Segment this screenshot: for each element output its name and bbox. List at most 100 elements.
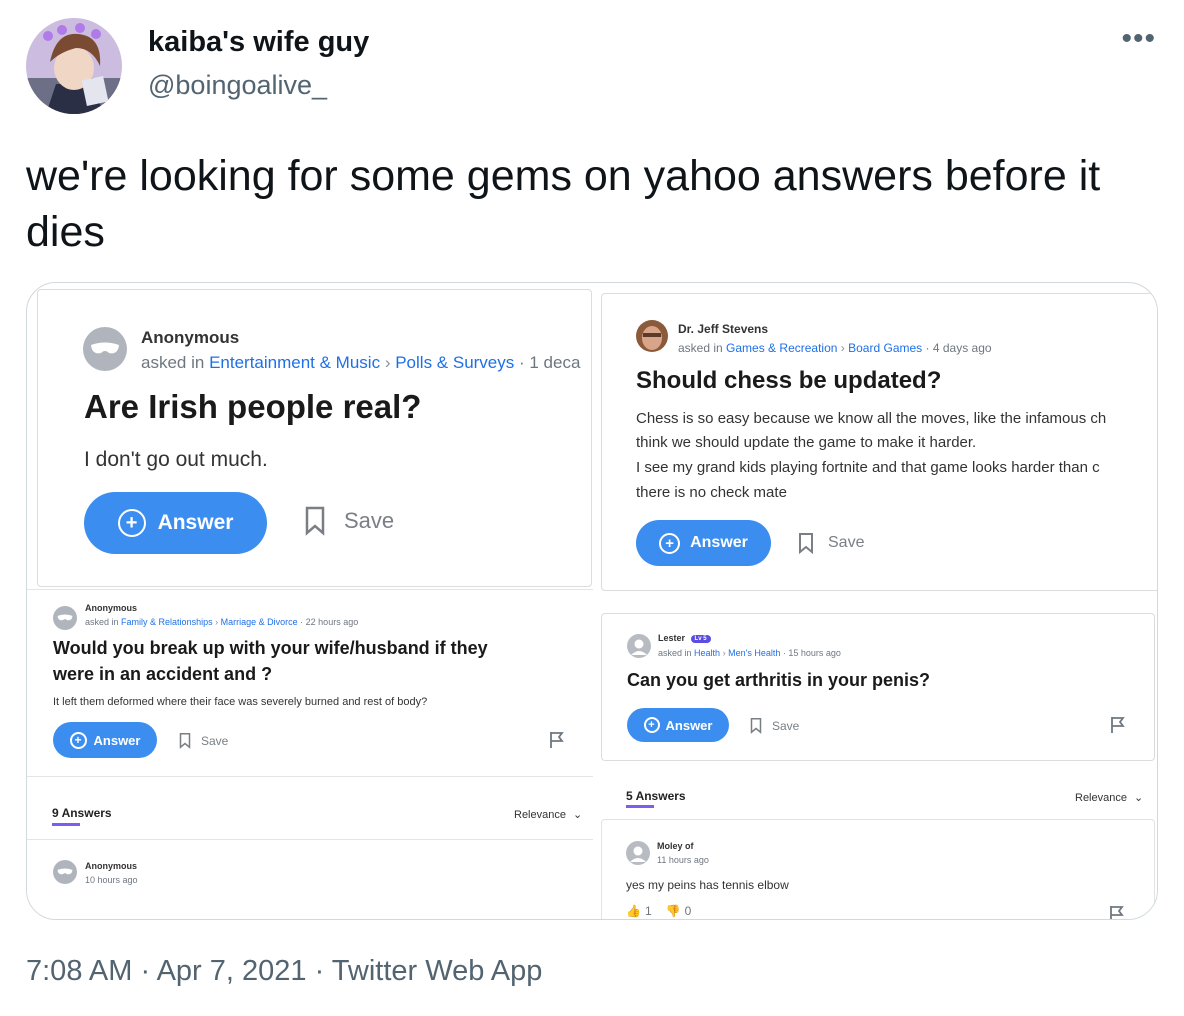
vote-row: 👍 1 👎 0: [626, 904, 691, 918]
tweet-media-image[interactable]: Anonymous asked in Entertainment & Music…: [26, 282, 1158, 920]
question-card-chess: Dr. Jeff Stevens asked in Games & Recrea…: [601, 293, 1157, 591]
reply-time: 11 hours ago: [657, 855, 709, 865]
category-link[interactable]: Health: [694, 648, 720, 658]
tab-underline: [626, 805, 654, 808]
category-link[interactable]: Entertainment & Music: [209, 353, 380, 372]
thumbs-down-icon[interactable]: 👎: [666, 904, 681, 918]
author-name[interactable]: Anonymous: [141, 328, 239, 348]
tweet-header: kaiba's wife guy @boingoalive_ •••: [26, 18, 1166, 114]
category-link[interactable]: Family & Relationships: [121, 617, 213, 627]
user-avatar-icon: [626, 841, 650, 865]
author-name[interactable]: Dr. Jeff Stevens: [678, 322, 768, 336]
author-name[interactable]: Lester Lv 5: [658, 633, 711, 643]
bookmark-icon: [799, 533, 813, 554]
divider: [27, 776, 593, 777]
save-button[interactable]: Save: [304, 506, 394, 536]
tab-underline: [52, 823, 80, 826]
bookmark-icon: [750, 718, 762, 734]
author-name[interactable]: Anonymous: [85, 603, 137, 613]
plus-icon: +: [643, 717, 660, 733]
bookmark-icon: [305, 506, 325, 536]
thumbs-up-icon[interactable]: 👍: [626, 904, 641, 918]
answers-count: 9 Answers: [52, 806, 112, 820]
anonymous-avatar-icon: [53, 860, 77, 884]
answer-button[interactable]: + Answer: [84, 492, 267, 554]
anonymous-avatar-icon: [83, 327, 127, 371]
save-button[interactable]: Save: [750, 717, 799, 734]
question-title[interactable]: Should chess be updated?: [636, 367, 941, 395]
question-body-line: there is no check mate: [636, 484, 787, 501]
question-body-line: Chess is so easy because we know all the…: [636, 410, 1107, 427]
asked-in-label: asked in: [658, 648, 692, 658]
answers-section-arthritis: 5 Answers Relevance ⌄ Moley of 11 hours …: [601, 761, 1157, 919]
asked-in-meta: asked in Health › Men's Health · 15 hour…: [658, 648, 841, 658]
save-button[interactable]: Save: [179, 732, 228, 749]
question-title-line[interactable]: Would you break up with your wife/husban…: [53, 638, 488, 659]
reply-time: 10 hours ago: [85, 875, 138, 885]
level-badge: Lv 5: [690, 634, 711, 643]
divider: [27, 839, 593, 840]
flag-icon[interactable]: [549, 731, 565, 754]
chevron-right-icon: ›: [215, 617, 219, 627]
subcategory-link[interactable]: Polls & Surveys: [395, 353, 514, 372]
chevron-right-icon: ›: [384, 353, 391, 372]
more-options-icon[interactable]: •••: [1121, 24, 1156, 54]
anonymous-avatar-icon: [53, 606, 77, 630]
subcategory-link[interactable]: Men's Health: [728, 648, 780, 658]
chevron-right-icon: ›: [840, 341, 845, 355]
answer-label: Answer: [93, 732, 141, 748]
save-label: Save: [201, 733, 229, 748]
asked-in-label: asked in: [141, 353, 205, 372]
answer-label: Answer: [690, 534, 748, 551]
sort-dropdown[interactable]: Relevance ⌄: [514, 808, 582, 821]
user-handle[interactable]: @boingoalive_: [148, 70, 327, 101]
chevron-right-icon: ›: [722, 648, 726, 658]
tweet-timestamp[interactable]: 7:08 AM · Apr 7, 2021 · Twitter Web App: [26, 955, 542, 988]
answer-button[interactable]: + Answer: [636, 520, 771, 566]
answer-button[interactable]: + Answer: [627, 708, 729, 742]
question-title[interactable]: Are Irish people real?: [84, 388, 421, 426]
save-button[interactable]: Save: [798, 532, 864, 554]
save-label: Save: [344, 508, 395, 533]
plus-icon: +: [69, 731, 87, 749]
reply-author[interactable]: Moley of: [657, 841, 694, 851]
plus-icon: +: [659, 532, 681, 554]
subcategory-link[interactable]: Board Games: [848, 341, 922, 355]
sort-label: Relevance: [514, 809, 566, 821]
asked-in-label: asked in: [85, 617, 119, 627]
user-avatar[interactable]: [26, 18, 122, 114]
question-card-accident: Anonymous asked in Family & Relationship…: [27, 589, 593, 919]
question-body: It left them deformed where their face w…: [53, 696, 428, 708]
answer-label: Answer: [665, 717, 713, 733]
tweet-text: we're looking for some gems on yahoo ans…: [26, 152, 1101, 256]
plus-icon: +: [117, 509, 146, 537]
user-avatar-icon: [627, 634, 651, 658]
asked-in-meta: asked in Games & Recreation › Board Game…: [678, 341, 992, 355]
question-card-irish: Anonymous asked in Entertainment & Music…: [37, 289, 592, 587]
category-link[interactable]: Games & Recreation: [726, 341, 837, 355]
sort-label: Relevance: [1075, 792, 1127, 804]
time-ago: · 1 deca: [519, 353, 581, 372]
flag-icon[interactable]: [1110, 716, 1126, 739]
flag-icon[interactable]: [1109, 905, 1125, 919]
question-title[interactable]: Can you get arthritis in your penis?: [627, 670, 930, 691]
dislike-count: 0: [684, 904, 692, 918]
reply-text: yes my peins has tennis elbow: [626, 878, 789, 892]
question-body-line: think we should update the game to make …: [636, 434, 977, 451]
author-avatar[interactable]: [636, 320, 668, 352]
display-name[interactable]: kaiba's wife guy: [148, 26, 369, 59]
answer-label: Answer: [157, 511, 234, 534]
time-ago: · 4 days ago: [925, 341, 992, 355]
question-card-arthritis: Lester Lv 5 asked in Health › Men's Heal…: [601, 613, 1155, 761]
chevron-down-icon: ⌄: [1134, 792, 1144, 804]
answer-button[interactable]: + Answer: [53, 722, 157, 758]
asked-in-meta: asked in Entertainment & Music › Polls &…: [141, 353, 580, 373]
sort-dropdown[interactable]: Relevance ⌄: [1075, 791, 1143, 804]
like-count: 1: [644, 904, 652, 918]
asked-in-meta: asked in Family & Relationships › Marria…: [85, 617, 358, 627]
subcategory-link[interactable]: Marriage & Divorce: [221, 617, 298, 627]
author-name-text: Lester: [658, 633, 686, 643]
reply-author[interactable]: Anonymous: [85, 861, 137, 871]
answers-count: 5 Answers: [626, 789, 686, 803]
question-title-line[interactable]: were in an accident and ?: [53, 664, 272, 685]
